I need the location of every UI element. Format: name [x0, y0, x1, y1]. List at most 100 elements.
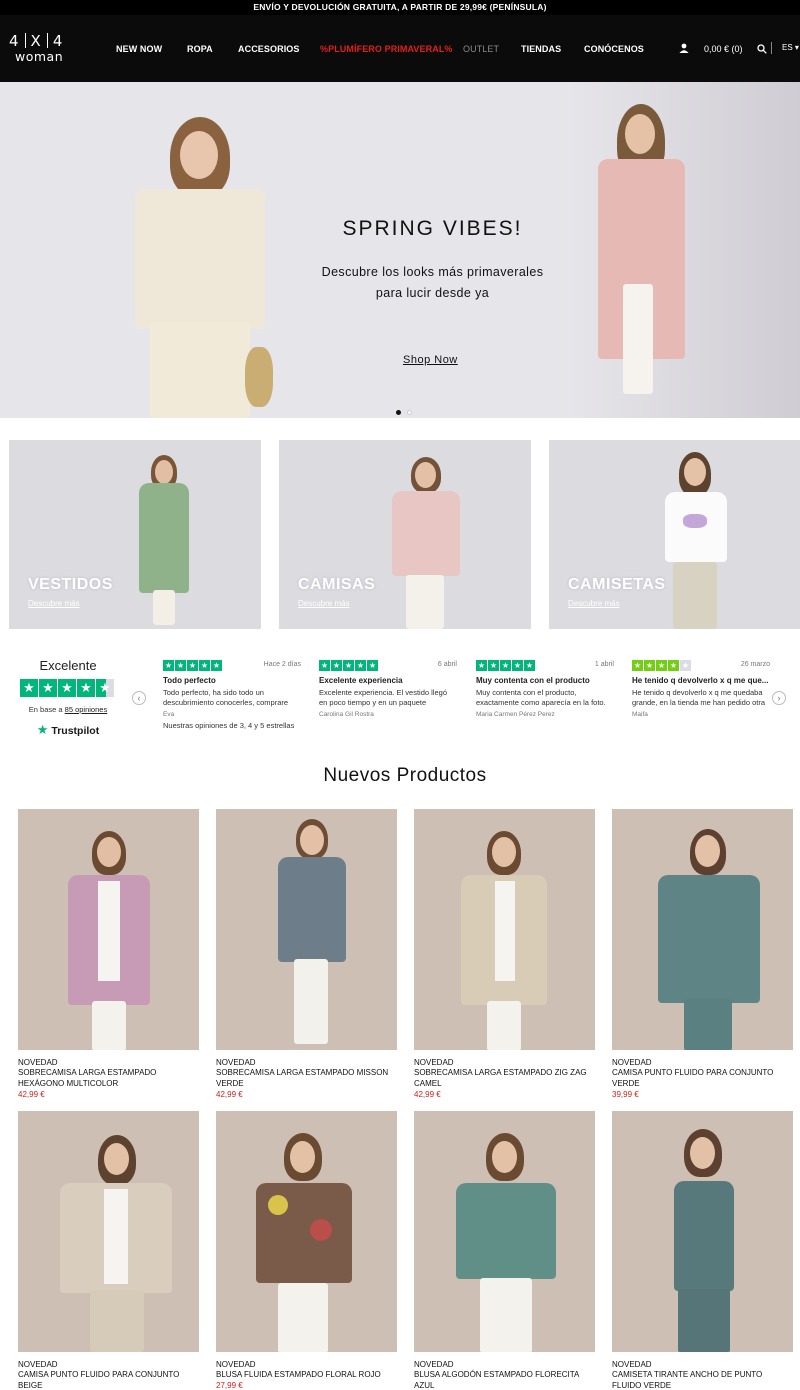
- review-card[interactable]: ★ ★ ★ ★ ★ Hace 2 días Todo perfecto Todo per…: [163, 660, 301, 730]
- review-title: He tenido q devolverlo x q me que...: [632, 676, 769, 685]
- product-name[interactable]: CAMISA PUNTO FLUIDO PARA CONJUNTO BEIGE: [18, 1369, 199, 1390]
- product-price: 42,99 €: [18, 1090, 45, 1099]
- category-label: CAMISAS: [298, 576, 376, 593]
- nav-accesorios[interactable]: ACCESORIOS: [238, 44, 300, 54]
- shop-now-link[interactable]: Shop Now: [403, 354, 458, 366]
- user-icon[interactable]: [679, 43, 689, 53]
- review-title: Todo perfecto: [163, 676, 216, 685]
- divider: [771, 42, 772, 54]
- trustpilot-summary[interactable]: Excelente ★ ★ ★ ★ ★ En base a 85 opiniones ★…: [18, 658, 118, 738]
- product-price: 27,99 €: [216, 1381, 243, 1390]
- product-name[interactable]: SOBRECAMISA LARGA ESTAMPADO ZIG ZAG CAME…: [414, 1067, 595, 1089]
- review-card[interactable]: ★ ★ ★ ★ ★ 26 marzo He tenido q devolverlo x …: [632, 660, 770, 718]
- search-icon[interactable]: [757, 44, 767, 54]
- category-card-camisas[interactable]: CAMISAS Descubre más: [279, 440, 531, 629]
- nav-conocenos[interactable]: CONÓCENOS: [584, 44, 644, 54]
- product-image[interactable]: [216, 809, 397, 1050]
- nav-tiendas[interactable]: TIENDAS: [521, 44, 561, 54]
- nav-ropa[interactable]: ROPA: [187, 44, 213, 54]
- product-image[interactable]: [18, 809, 199, 1050]
- product-name[interactable]: CAMISETA TIRANTE ANCHO DE PUNTO FLUIDO V…: [612, 1369, 793, 1390]
- product-tag: NOVEDAD: [216, 1058, 256, 1067]
- review-stars: ★ ★ ★ ★ ★: [476, 660, 535, 671]
- product-tag: NOVEDAD: [216, 1360, 256, 1369]
- product-tag: NOVEDAD: [18, 1360, 58, 1369]
- promo-bar: ENVÍO Y DEVOLUCIÓN GRATUITA, A PARTIR DE…: [0, 0, 800, 15]
- hero-subtitle-line-2: para lucir desde ya: [375, 286, 490, 300]
- carousel-dot[interactable]: [407, 410, 412, 415]
- product-card[interactable]: NOVEDAD SOBRECAMISA LARGA ESTAMPADO MISS…: [216, 809, 397, 1099]
- trustpilot-based-on: En base a 85 opiniones: [28, 705, 108, 714]
- product-card[interactable]: NOVEDAD CAMISA PUNTO FLUIDO PARA CONJUNT…: [612, 809, 793, 1099]
- chevron-right-icon[interactable]: ›: [772, 691, 786, 705]
- star-icon: ★: [20, 679, 38, 697]
- hero-banner[interactable]: SPRING VIBES! Descubre los looks más pri…: [0, 82, 800, 418]
- review-card[interactable]: ★ ★ ★ ★ ★ 6 abril Excelente experiencia Exce…: [319, 660, 457, 718]
- category-label: CAMISETAS: [568, 576, 666, 593]
- star-icon: ★: [58, 679, 76, 697]
- nav-plumifero[interactable]: %PLUMÍFERO PRIMAVERAL%: [320, 44, 453, 54]
- review-title: Excelente experiencia: [319, 676, 403, 685]
- product-card[interactable]: NOVEDAD CAMISA PUNTO FLUIDO PARA CONJUNT…: [18, 1111, 199, 1390]
- category-card-vestidos[interactable]: VESTIDOS Descubre más: [9, 440, 261, 629]
- trustpilot-stars: ★ ★ ★ ★ ★: [20, 679, 116, 697]
- chevron-left-icon[interactable]: ‹: [132, 691, 146, 705]
- product-card[interactable]: NOVEDAD SOBRECAMISA LARGA ESTAMPADO ZIG …: [414, 809, 595, 1099]
- review-author: Maria Carmen Pérez Perez: [476, 711, 555, 718]
- review-stars: ★ ★ ★ ★ ★: [319, 660, 378, 671]
- product-name[interactable]: BLUSA FLUIDA ESTAMPADO FLORAL ROJO: [216, 1369, 397, 1380]
- hero-subtitle-line-1: Descubre los looks más primaverales: [321, 265, 544, 279]
- product-image[interactable]: [414, 809, 595, 1050]
- star-icon: ★: [77, 679, 95, 697]
- product-card[interactable]: NOVEDAD BLUSA FLUIDA ESTAMPADO FLORAL RO…: [216, 1111, 397, 1390]
- carousel-dot-active[interactable]: [396, 410, 401, 415]
- product-card[interactable]: NOVEDAD CAMISETA TIRANTE ANCHO DE PUNTO …: [612, 1111, 793, 1390]
- product-image[interactable]: [216, 1111, 397, 1352]
- nav-outlet[interactable]: OUTLET: [463, 44, 499, 54]
- product-name[interactable]: SOBRECAMISA LARGA ESTAMPADO MISSON VERDE: [216, 1067, 397, 1089]
- review-date: 26 marzo: [740, 661, 770, 668]
- product-card[interactable]: NOVEDAD SOBRECAMISA LARGA ESTAMPADO HEXÁ…: [18, 809, 199, 1099]
- review-title: Muy contenta con el producto: [476, 676, 590, 685]
- product-tag: NOVEDAD: [612, 1058, 652, 1067]
- cart-summary[interactable]: 0,00 € (0): [704, 44, 743, 54]
- hero-title: SPRING VIBES!: [342, 217, 523, 240]
- chevron-down-icon: ▾: [794, 43, 799, 52]
- carousel-dots: [396, 402, 418, 418]
- category-link[interactable]: Descubre más: [298, 599, 350, 608]
- product-price: 39,99 €: [612, 1090, 639, 1099]
- product-tag: NOVEDAD: [18, 1058, 58, 1067]
- category-link[interactable]: Descubre más: [28, 599, 80, 608]
- review-text: Muy contenta con el producto, exactament…: [476, 688, 606, 707]
- review-date: 1 abril: [594, 661, 614, 668]
- nav-new-now[interactable]: NEW NOW: [116, 44, 162, 54]
- product-image[interactable]: [18, 1111, 199, 1352]
- star-half-icon: ★: [96, 679, 114, 697]
- review-date: Hace 2 días: [263, 661, 301, 668]
- category-link[interactable]: Descubre más: [568, 599, 620, 608]
- star-icon: ★: [39, 679, 57, 697]
- trustpilot-review-count[interactable]: 85 opiniones: [65, 705, 108, 714]
- hero-subtitle: Descubre los looks más primaverales para…: [0, 262, 800, 304]
- product-tag: NOVEDAD: [414, 1360, 454, 1369]
- product-name[interactable]: SOBRECAMISA LARGA ESTAMPADO HEXÁGONO MUL…: [18, 1067, 199, 1089]
- product-price: 42,99 €: [216, 1090, 243, 1099]
- trustpilot-rating-word: Excelente: [39, 658, 97, 673]
- product-image[interactable]: [612, 809, 793, 1050]
- review-card[interactable]: ★ ★ ★ ★ ★ 1 abril Muy contenta con el produc…: [476, 660, 614, 718]
- hero-model-right: [595, 104, 690, 414]
- category-label: VESTIDOS: [28, 576, 113, 593]
- logo-mark: 4X4: [9, 32, 64, 50]
- category-card-camisetas[interactable]: CAMISETAS Descubre más: [549, 440, 800, 629]
- trustpilot-footer-note: Nuestras opiniones de 3, 4 y 5 estrellas: [163, 721, 295, 730]
- review-date: 6 abril: [437, 661, 457, 668]
- product-image[interactable]: [612, 1111, 793, 1352]
- trustpilot-logo[interactable]: ★ Trustpilot: [18, 722, 118, 738]
- product-image[interactable]: [414, 1111, 595, 1352]
- logo[interactable]: 4X4 woman: [9, 33, 75, 67]
- product-name[interactable]: BLUSA ALGODÓN ESTAMPADO FLORECITA AZUL: [414, 1369, 595, 1390]
- product-name[interactable]: CAMISA PUNTO FLUIDO PARA CONJUNTO VERDE: [612, 1067, 793, 1089]
- review-text: Todo perfecto, ha sido todo un descubrim…: [163, 688, 289, 707]
- product-card[interactable]: NOVEDAD BLUSA ALGODÓN ESTAMPADO FLORECIT…: [414, 1111, 595, 1390]
- language-selector[interactable]: ES ▾: [782, 43, 799, 52]
